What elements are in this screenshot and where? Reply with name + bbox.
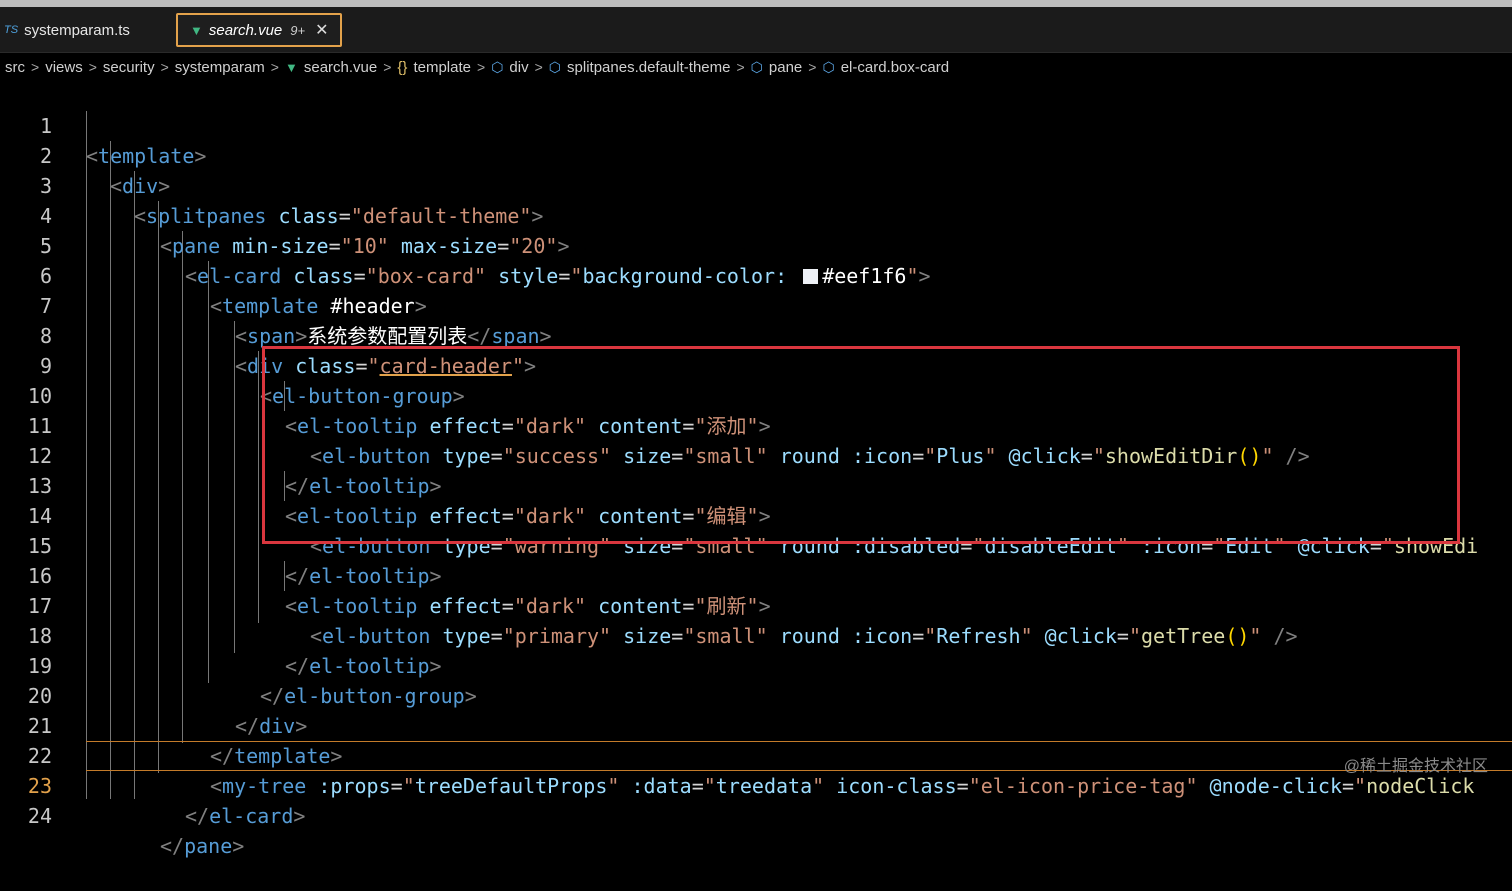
- code-line: 22 <my-tree :props="treeDefaultProps" :d…: [0, 711, 1512, 798]
- line-number: 24: [27, 804, 52, 828]
- close-icon[interactable]: ✕: [315, 20, 328, 40]
- code-line: 19 </el-button-group>: [0, 621, 1512, 708]
- chevron-right-icon: >: [736, 59, 745, 75]
- code-line: 6 <template #header>: [0, 231, 1512, 318]
- code-line: 24 </pane>: [0, 771, 1512, 858]
- code-line: 2 <div>: [0, 111, 1512, 198]
- chevron-right-icon: >: [31, 59, 40, 75]
- braces-icon: {}: [397, 58, 408, 76]
- breadcrumb-item[interactable]: splitpanes.default-theme: [567, 59, 730, 76]
- code-line: 23 </el-card>: [0, 741, 1512, 828]
- breadcrumb-item[interactable]: views: [45, 59, 83, 76]
- chevron-right-icon: >: [477, 59, 486, 75]
- code-line: 3 <splitpanes class="default-theme">: [0, 141, 1512, 228]
- tab-label: systemparam.ts: [24, 21, 130, 39]
- cube-icon: ⬡: [491, 58, 504, 75]
- tab-bar: TS systemparam.ts ▼ search.vue 9+ ✕: [0, 7, 1512, 53]
- vue-file-icon: ▼: [190, 22, 203, 38]
- tab-search-vue[interactable]: ▼ search.vue 9+ ✕: [176, 13, 342, 47]
- code-line: 5 <el-card class="box-card" style="backg…: [0, 201, 1512, 288]
- typescript-file-icon: TS: [4, 24, 19, 36]
- code-line: 20 </div>: [0, 651, 1512, 738]
- code-line: 1 <template>: [0, 81, 1512, 168]
- tab-label: search.vue: [208, 21, 283, 39]
- chevron-right-icon: >: [383, 59, 392, 75]
- code-line: 17 <el-button type="primary" size="small…: [0, 561, 1512, 648]
- code-line: 8 <div class="card-header">: [0, 291, 1512, 378]
- vue-file-icon: ▼: [284, 59, 298, 75]
- breadcrumb-item[interactable]: template: [413, 59, 471, 76]
- chevron-right-icon: >: [270, 59, 279, 75]
- code-line: 4 <pane min-size="10" max-size="20">: [0, 171, 1512, 258]
- breadcrumb-item[interactable]: security: [103, 59, 155, 76]
- window-top-edge: [0, 0, 1512, 7]
- cube-icon: ⬡: [822, 58, 835, 75]
- annotation-highlight-box: [262, 346, 1460, 544]
- breadcrumb-item[interactable]: src: [5, 59, 25, 76]
- code-line: 18 </el-tooltip>: [0, 591, 1512, 678]
- tab-systemparam-ts[interactable]: TS systemparam.ts: [0, 13, 168, 47]
- cube-icon: ⬡: [548, 58, 562, 75]
- chevron-right-icon: >: [160, 59, 169, 75]
- breadcrumb-item[interactable]: div: [509, 59, 528, 76]
- chevron-right-icon: >: [808, 59, 817, 75]
- breadcrumb-item[interactable]: search.vue: [304, 59, 377, 76]
- chevron-right-icon: >: [534, 59, 543, 75]
- code-line: 7 <span>系统参数配置列表</span>: [0, 261, 1512, 348]
- chevron-right-icon: >: [88, 59, 97, 75]
- breadcrumb-item[interactable]: systemparam: [175, 59, 265, 76]
- cube-icon: ⬡: [750, 58, 763, 75]
- breadcrumb: src > views > security > systemparam > ▼…: [5, 53, 1512, 81]
- watermark: @稀土掘金技术社区: [1343, 758, 1488, 775]
- problem-count-badge: 9+: [290, 22, 306, 38]
- breadcrumb-item[interactable]: pane: [769, 59, 802, 76]
- code-line: 21 </template>: [0, 681, 1512, 768]
- breadcrumb-item[interactable]: el-card.box-card: [841, 59, 949, 76]
